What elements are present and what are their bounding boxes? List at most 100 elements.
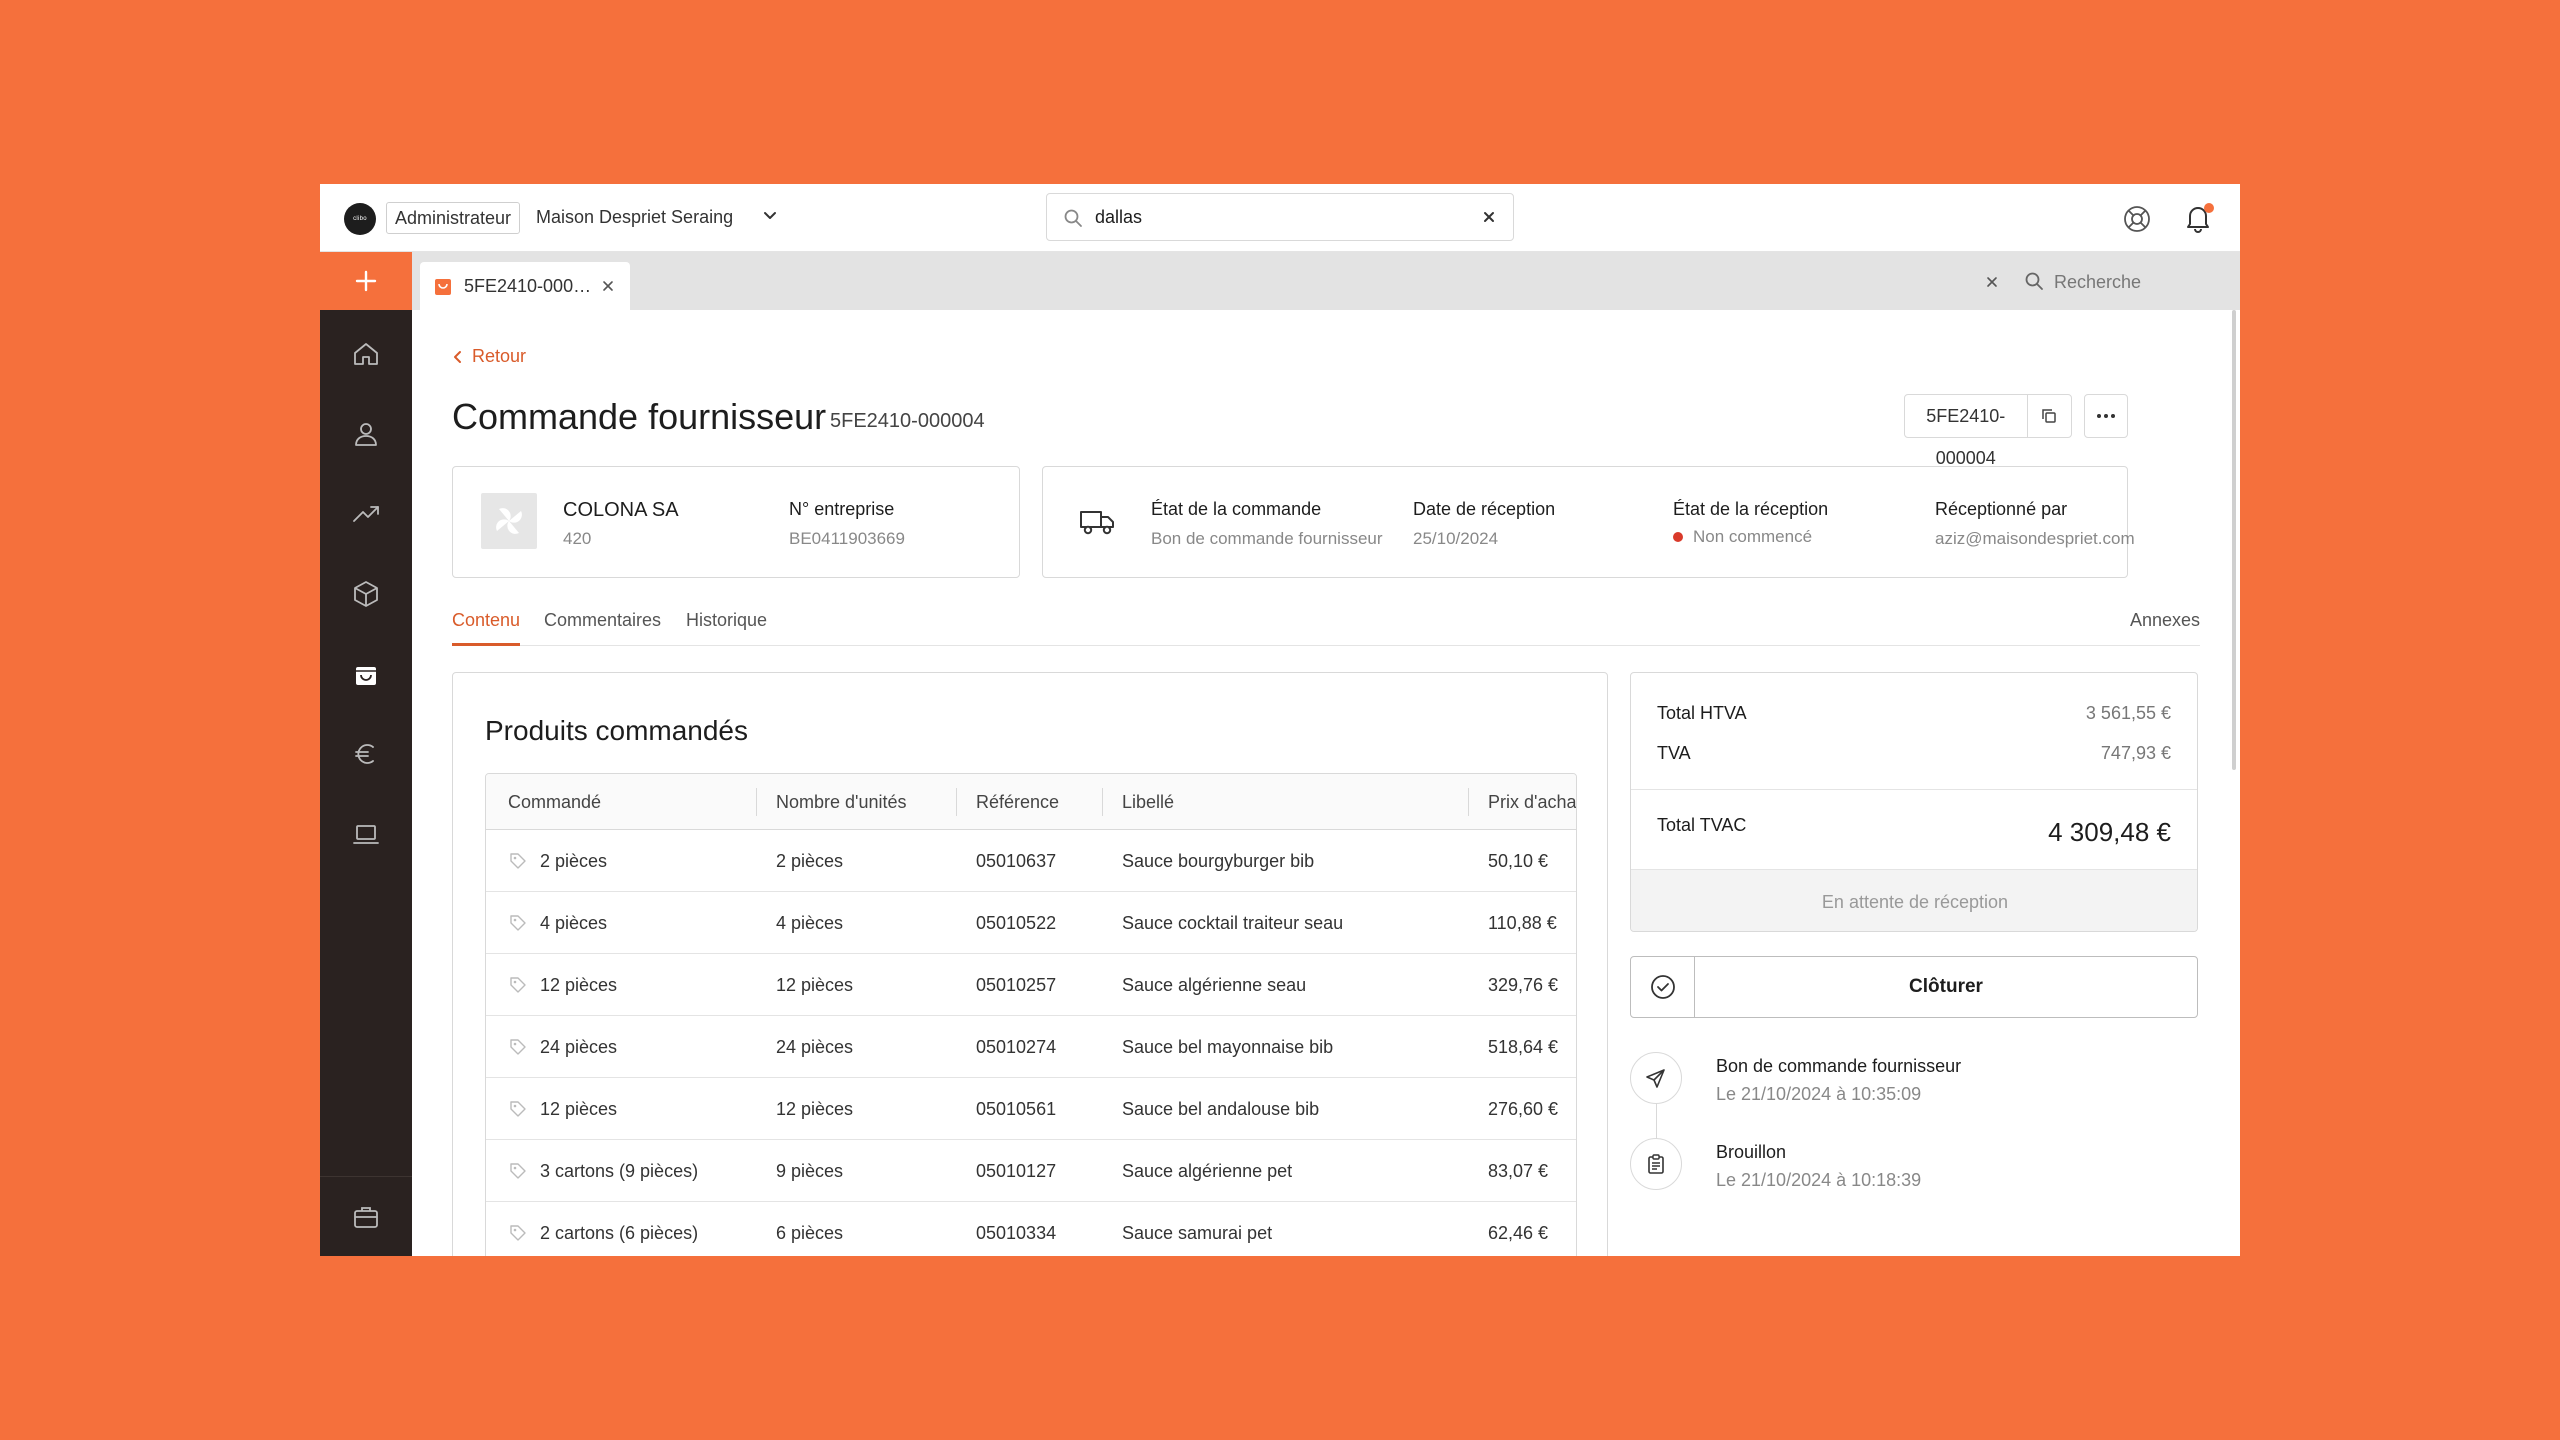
tab-comments[interactable]: Commentaires [544, 610, 661, 646]
cell-units: 4 pièces [776, 913, 844, 933]
tva-label: TVA [1657, 743, 1691, 763]
reference-value: 5FE2410-000004 [1905, 395, 2028, 468]
cell-price: 329,76 € [1488, 975, 1559, 995]
open-document-tab[interactable]: 5FE2410-000… [420, 262, 630, 310]
sidebar-item-pos[interactable] [346, 814, 386, 854]
reception-date-value: 25/10/2024 [1413, 529, 1499, 548]
cell-label: Sauce bel mayonnaise bib [1122, 1037, 1334, 1057]
column-header-reference[interactable]: Référence [976, 774, 1106, 830]
received-by-label: Réceptionné par [1935, 499, 2068, 519]
search-icon [1064, 209, 1082, 227]
tab-content[interactable]: Contenu [452, 610, 521, 646]
shopping-bag-icon [356, 667, 376, 685]
close-all-tabs-icon[interactable] [1984, 274, 2000, 290]
column-header-units[interactable]: Nombre d'unités [776, 774, 956, 830]
search-icon [2025, 272, 2043, 290]
company-number-label: N° entreprise [789, 499, 895, 519]
copy-button[interactable] [2028, 395, 2071, 437]
tab-search-input[interactable] [2054, 268, 2224, 296]
close-tab-icon[interactable] [600, 278, 616, 294]
column-header-price[interactable]: Prix d'achat [1488, 774, 1576, 830]
tag-icon [510, 977, 526, 993]
sidebar-item-purchases[interactable] [346, 654, 386, 694]
laptop-icon [353, 825, 379, 844]
sidebar-item-sales[interactable] [346, 494, 386, 534]
chevron-down-icon[interactable] [760, 206, 780, 226]
supplier-number: 420 [563, 529, 592, 548]
app-window: clibo Administrateur Maison Despriet Ser… [320, 184, 2240, 1256]
reference-copy-field: 5FE2410-000004 [1904, 394, 2072, 468]
scrollbar[interactable] [2232, 310, 2236, 770]
page-subtitle: 5FE2410-000004 [830, 410, 985, 432]
plus-icon [355, 270, 377, 292]
sidebar-item-finance[interactable] [346, 734, 386, 774]
organization-name[interactable]: Maison Despriet Seraing [536, 207, 733, 228]
role-badge[interactable]: Administrateur [386, 202, 521, 234]
close-order-button[interactable]: Clôturer [1630, 956, 2198, 1018]
cell-units: 2 pièces [776, 851, 844, 871]
sidebar-item-users[interactable] [346, 414, 386, 454]
table-row[interactable]: 12 pièces 12 pièces 05010561 Sauce bel anda… [486, 1079, 1576, 1140]
status-dot [1673, 531, 1683, 542]
sidebar-item-home[interactable] [346, 334, 386, 374]
table-row[interactable]: 4 pièces 4 pièces 05010522 Sauce cocktail t… [486, 893, 1576, 954]
back-link[interactable]: Retour [452, 346, 526, 367]
cell-ordered: 12 pièces [540, 1099, 618, 1119]
tag-icon [510, 853, 526, 869]
cell-label: Sauce algérienne seau [1122, 975, 1307, 995]
order-info-card: État de la commande Bon de commande four… [1042, 466, 2135, 578]
truck-icon [1080, 511, 1114, 535]
pending-reception-button[interactable]: En attente de réception [1631, 869, 2197, 931]
total-htva-label: Total HTVA [1657, 703, 1747, 723]
table-row[interactable]: 24 pièces 24 pièces 05010274 Sauce bel mayo… [486, 1017, 1576, 1078]
cell-units: 9 pièces [776, 1161, 844, 1181]
notification-dot [2204, 203, 2214, 213]
cell-ordered: 24 pièces [540, 1037, 618, 1057]
table-row[interactable]: 3 cartons (9 pièces) 9 pièces 05010127 Sauc… [486, 1141, 1576, 1202]
open-tab-label: 5FE2410-000… [464, 276, 592, 296]
sidebar-item-briefcase[interactable] [320, 1176, 412, 1256]
cell-price: 50,10 € [1488, 851, 1549, 871]
total-tvac-value: 4 309,48 € [2048, 817, 2171, 847]
cell-ordered: 3 cartons (9 pièces) [540, 1161, 699, 1181]
supplier-card[interactable]: COLONA SA 420 N° entreprise BE0411903669 [452, 466, 1020, 578]
table-row[interactable]: 2 pièces 2 pièces 05010637 Sauce bourgyburg… [486, 831, 1576, 892]
cell-price: 62,46 € [1488, 1223, 1549, 1243]
shopping-bag-icon [435, 279, 451, 295]
clear-search-icon[interactable] [1479, 207, 1499, 227]
table-row[interactable]: 12 pièces 12 pièces 05010257 Sauce algérien… [486, 955, 1576, 1016]
cell-label: Sauce samurai pet [1122, 1223, 1273, 1243]
tab-attachments[interactable]: Annexes [2130, 610, 2200, 646]
user-icon [355, 423, 377, 446]
timeline-date: Le 21/10/2024 à 10:18:39 [1716, 1170, 1922, 1190]
cell-ordered: 4 pièces [540, 913, 608, 933]
order-state-label: État de la commande [1151, 499, 1322, 519]
sidebar-item-products[interactable] [346, 574, 386, 614]
search-input[interactable] [1095, 202, 1455, 232]
add-button[interactable] [320, 252, 412, 310]
more-options-button[interactable] [2084, 394, 2128, 438]
more-horizontal-icon [2097, 414, 2115, 418]
reception-state-label: État de la réception [1673, 499, 1829, 519]
global-search [1046, 193, 1514, 241]
tva-value: 747,93 € [2100, 743, 2171, 763]
app-logo[interactable]: clibo [344, 203, 376, 235]
table-row[interactable]: 2 cartons (6 pièces) 6 pièces 05010334 Sauc… [486, 1203, 1576, 1256]
cell-ref: 05010274 [976, 1037, 1057, 1057]
document-tab-bar: 5FE2410-000… [412, 252, 2240, 310]
cell-ordered: 2 cartons (6 pièces) [540, 1223, 699, 1243]
totals-card: Total HTVA 3 561,55 € TVA 747,93 € Total… [1630, 672, 2198, 932]
cell-price: 110,88 € [1488, 913, 1557, 933]
sidebar [320, 252, 412, 1256]
cell-units: 12 pièces [776, 1099, 854, 1119]
tab-history[interactable]: Historique [686, 610, 767, 646]
help-lifebuoy-icon[interactable] [2122, 204, 2152, 234]
tag-icon [510, 1101, 526, 1117]
cell-ref: 05010561 [976, 1099, 1057, 1119]
close-order-label: Clôturer [1909, 976, 1983, 997]
cell-ref: 05010637 [976, 851, 1057, 871]
trending-up-icon [353, 506, 379, 522]
column-header-label[interactable]: Libellé [1122, 774, 1452, 830]
page-title: Commande fournisseur [452, 396, 827, 437]
column-header-ordered[interactable]: Commandé [508, 774, 748, 830]
